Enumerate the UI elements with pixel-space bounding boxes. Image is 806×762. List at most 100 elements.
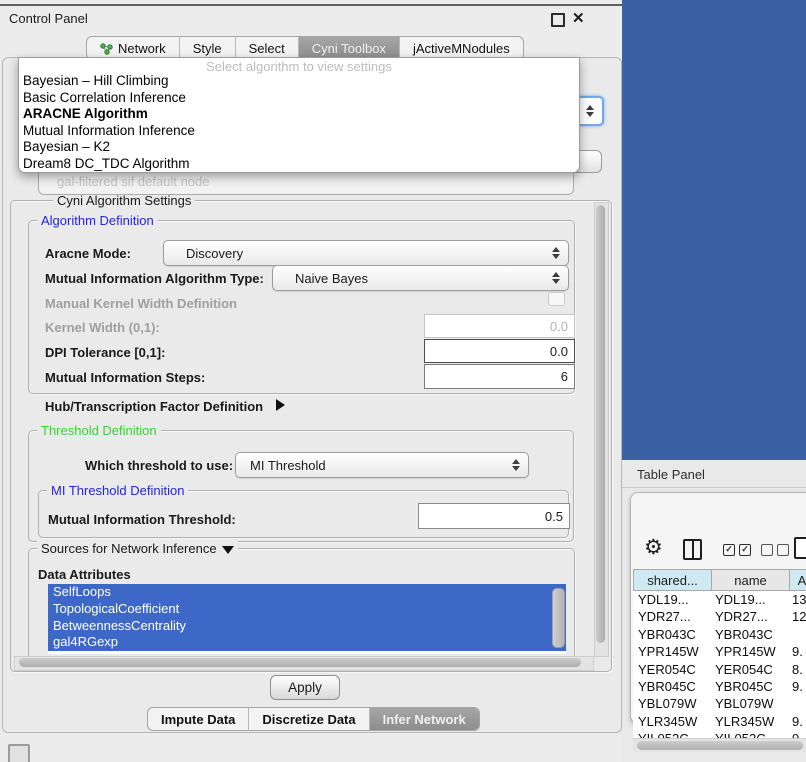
algorithm-dropdown-popup: Select algorithm to view settings Bayesi… — [18, 57, 580, 173]
which-threshold-combo[interactable]: MI Threshold — [235, 452, 529, 478]
table-cell: YBL079W — [710, 695, 787, 712]
table-header-row: shared...nameA — [633, 569, 806, 591]
node-table: shared...nameA YDL19...YDL19...13YDR27..… — [633, 569, 806, 748]
table-cell: YBR045C — [633, 678, 710, 695]
table-row[interactable]: YBL079WYBL079W — [633, 695, 806, 712]
table-cell — [787, 695, 806, 712]
collapse-triangle-icon[interactable] — [222, 546, 234, 554]
table-horizontal-scrollbar[interactable] — [633, 738, 806, 752]
dpi-tolerance-value: 0.0 — [550, 344, 568, 359]
unchecked-columns-icon[interactable] — [761, 544, 789, 556]
tab-network-label: Network — [118, 41, 166, 56]
network-source-combo-value: gal-filtered sif default node — [57, 174, 209, 189]
mi-threshold-field[interactable]: 0.5 — [418, 503, 570, 529]
table-cell: YBL079W — [633, 695, 710, 712]
checked-columns-icon[interactable]: ✓✓ — [723, 544, 751, 556]
table-cell: YDL19... — [633, 591, 710, 608]
float-window-icon[interactable] — [551, 13, 565, 27]
table-cell: YLR345W — [633, 713, 710, 730]
table-hscrollbar-thumb[interactable] — [637, 741, 803, 750]
mi-threshold-value: 0.5 — [545, 509, 563, 524]
dropdown-item[interactable]: Basic Correlation Inference — [19, 90, 579, 107]
dropdown-item-selected[interactable]: ARACNE Algorithm — [19, 106, 579, 123]
document-icon[interactable] — [794, 537, 806, 559]
gear-icon[interactable]: ⚙︎ — [644, 537, 663, 558]
mi-type-combo[interactable]: Naive Bayes — [272, 265, 569, 291]
tab-network[interactable]: Network — [87, 37, 179, 59]
table-row[interactable]: YPR145WYPR145W9. — [633, 643, 806, 660]
horizontal-scrollbar-thumb[interactable] — [19, 658, 581, 667]
mi-steps-label: Mutual Information Steps: — [45, 370, 205, 385]
minimized-panel-icon[interactable] — [8, 744, 30, 762]
dpi-tolerance-label: DPI Tolerance [0,1]: — [45, 345, 165, 360]
sources-title-text: Sources for Network Inference — [41, 541, 217, 556]
tab-style[interactable]: Style — [179, 37, 235, 59]
list-item[interactable]: SelfLoops — [48, 584, 566, 601]
split-view-icon[interactable] — [683, 539, 702, 560]
tab-infer-network-label: Infer Network — [383, 712, 466, 727]
table-cell: YDL19... — [710, 591, 787, 608]
dropdown-item[interactable]: Bayesian – Hill Climbing — [19, 73, 579, 90]
table-cell: YER054C — [633, 661, 710, 678]
dropdown-item[interactable]: Dream8 DC_TDC Algorithm — [19, 156, 579, 173]
tab-impute-data-label: Impute Data — [161, 712, 235, 727]
tab-jactivemnodules-label: jActiveMNodules — [413, 41, 510, 56]
table-row[interactable]: YDL19...YDL19...13 — [633, 591, 806, 608]
table-row[interactable]: YBR043CYBR043C — [633, 626, 806, 643]
tab-select[interactable]: Select — [235, 37, 298, 59]
aracne-mode-value: Discovery — [186, 246, 243, 261]
aracne-mode-combo[interactable]: Discovery — [163, 240, 569, 266]
table-row[interactable]: YER054CYER054C8. — [633, 661, 806, 678]
kernel-width-value: 0.0 — [550, 319, 568, 334]
tab-discretize-data[interactable]: Discretize Data — [248, 708, 368, 730]
table-body: YDL19...YDL19...13YDR27...YDR27...12YBR0… — [633, 591, 806, 748]
column-header-shared[interactable]: shared... — [633, 569, 712, 591]
chevron-updown-icon — [512, 459, 520, 471]
dpi-tolerance-field[interactable]: 0.0 — [424, 339, 575, 363]
chevron-updown-icon — [552, 247, 560, 259]
table-row[interactable]: YLR345WYLR345W9. — [633, 713, 806, 730]
settings-horizontal-scrollbar[interactable] — [14, 656, 594, 671]
table-row[interactable]: YBR045CYBR045C9. — [633, 678, 806, 695]
data-attributes-label: Data Attributes — [38, 567, 131, 582]
table-cell: 13 — [787, 591, 806, 608]
table-cell — [787, 626, 806, 643]
settings-vertical-scrollbar[interactable] — [594, 202, 609, 657]
list-item[interactable]: BetweennessCentrality — [48, 618, 566, 635]
kernel-width-label: Kernel Width (0,1): — [45, 320, 160, 335]
table-panel-bar: Table Panel — [622, 460, 806, 488]
tab-cyni-toolbox[interactable]: Cyni Toolbox — [298, 37, 399, 59]
apply-button[interactable]: Apply — [270, 675, 340, 700]
table-row[interactable]: YDR27...YDR27...12 — [633, 608, 806, 625]
mi-threshold-label: Mutual Information Threshold: — [48, 512, 236, 527]
tab-jactivemnodules[interactable]: jActiveMNodules — [399, 37, 523, 59]
tab-impute-data[interactable]: Impute Data — [148, 708, 248, 730]
table-cell: YPR145W — [633, 643, 710, 660]
column-header-a[interactable]: A — [790, 569, 806, 591]
panel-top-divider — [0, 4, 622, 6]
mi-type-label: Mutual Information Algorithm Type: — [45, 271, 264, 286]
table-cell: YDR27... — [633, 608, 710, 625]
kernel-width-field[interactable]: 0.0 — [424, 314, 575, 338]
list-item[interactable]: gal4RGexp — [48, 634, 566, 651]
close-icon[interactable]: ✕ — [572, 9, 585, 27]
chevron-updown-icon — [552, 272, 560, 284]
list-item[interactable]: TopologicalCoefficient — [48, 601, 566, 618]
table-cell: 8. — [787, 661, 806, 678]
list-scrollbar-thumb[interactable] — [552, 588, 565, 648]
column-header-name[interactable]: name — [712, 569, 790, 591]
dropdown-item[interactable]: Mutual Information Inference — [19, 123, 579, 140]
manual-kernel-checkbox[interactable] — [548, 292, 565, 306]
dropdown-item[interactable]: Bayesian – K2 — [19, 139, 579, 156]
mi-steps-field[interactable]: 6 — [424, 364, 575, 389]
tab-discretize-data-label: Discretize Data — [262, 712, 355, 727]
table-cell: YLR345W — [710, 713, 787, 730]
expand-triangle-icon[interactable] — [276, 399, 285, 411]
table-cell: YDR27... — [710, 608, 787, 625]
vertical-scrollbar-thumb[interactable] — [596, 205, 605, 643]
table-cell: YBR043C — [633, 626, 710, 643]
table-cell: YBR043C — [710, 626, 787, 643]
tab-infer-network[interactable]: Infer Network — [369, 708, 479, 730]
cytoscape-desktop: GAL7GAL80GAL10GAL1GAL11SWI4GAL4GCY1HAP4Y… — [622, 0, 806, 460]
table-panel-title: Table Panel — [637, 467, 705, 482]
